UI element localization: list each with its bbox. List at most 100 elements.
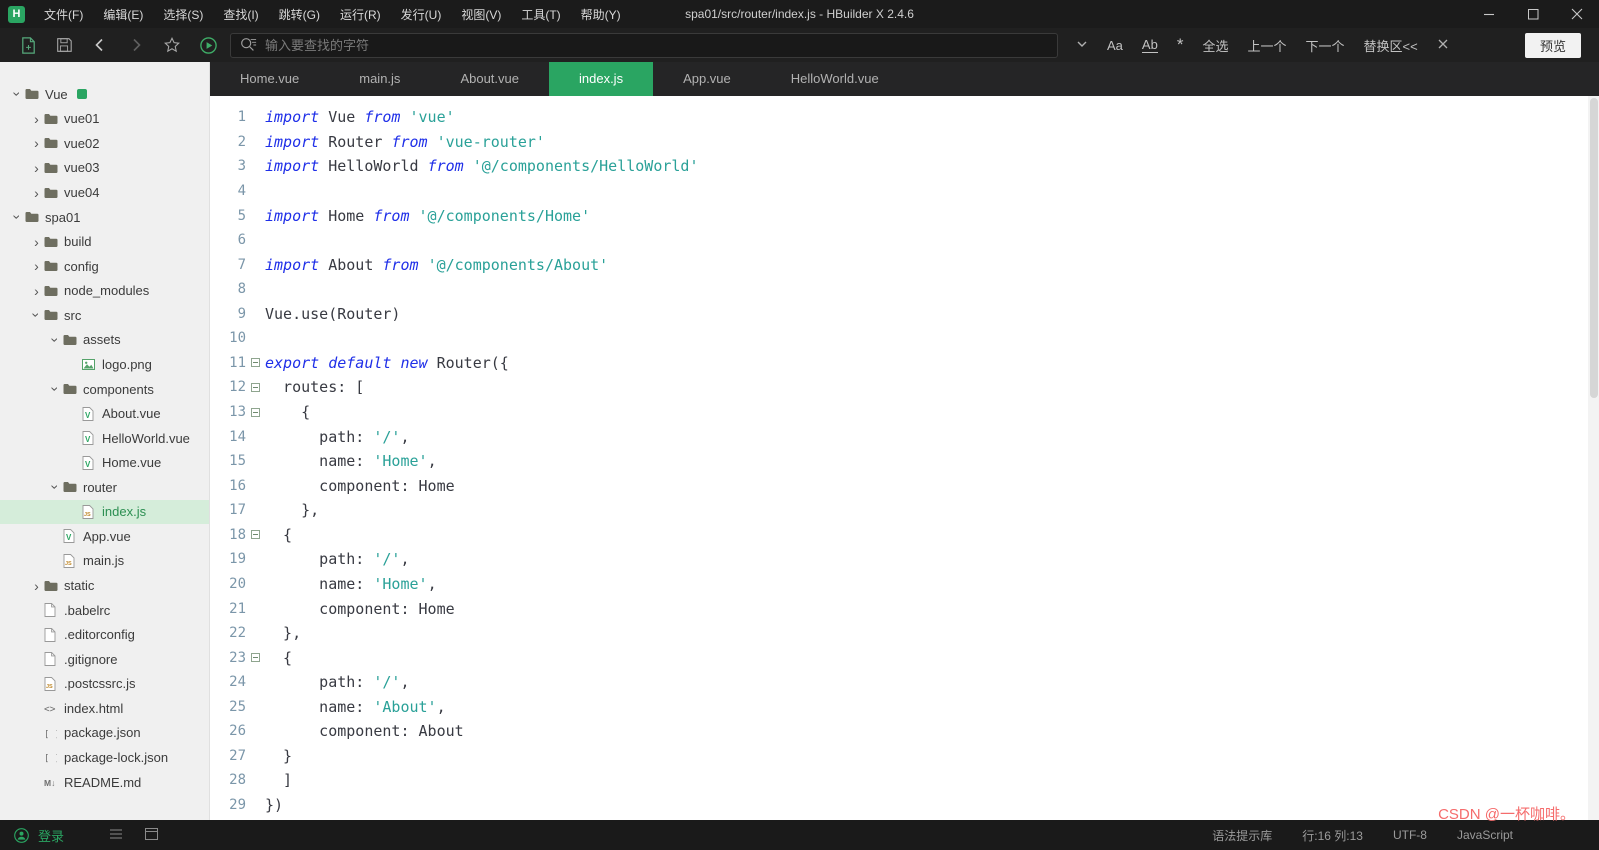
status-item[interactable]: JavaScript xyxy=(1457,828,1513,842)
tab-HelloWorld.vue[interactable]: HelloWorld.vue xyxy=(761,62,909,96)
code-line[interactable]: 21 component: Home xyxy=(210,596,1599,621)
fold-marker-icon[interactable] xyxy=(246,358,265,368)
tree-item-build[interactable]: › build xyxy=(0,229,209,254)
preview-button[interactable]: 预览 xyxy=(1524,32,1581,58)
vertical-scrollbar[interactable] xyxy=(1588,96,1599,820)
advanced-search-icon[interactable] xyxy=(239,36,257,54)
code-line[interactable]: 20 name: 'Home', xyxy=(210,572,1599,597)
code-line[interactable]: 1 import Vue from 'vue' xyxy=(210,105,1599,130)
replace-toggle-button[interactable]: 替换区<< xyxy=(1363,36,1417,55)
console-panel-button[interactable] xyxy=(145,827,159,843)
tree-item-App.vue[interactable]: V App.vue xyxy=(0,524,209,549)
search-input[interactable] xyxy=(265,37,1049,53)
code-editor[interactable]: 1 import Vue from 'vue' 2 import Router … xyxy=(210,96,1599,820)
tree-item-node_modules[interactable]: › node_modules xyxy=(0,279,209,304)
code-line[interactable]: 26 component: About xyxy=(210,719,1599,744)
code-line[interactable]: 14 path: '/', xyxy=(210,424,1599,449)
menu-item[interactable]: 跳转(G) xyxy=(269,6,330,23)
tab-index.js[interactable]: index.js xyxy=(548,62,654,96)
new-file-button[interactable] xyxy=(10,31,46,59)
chevron-right-icon[interactable]: › xyxy=(29,234,44,250)
run-button[interactable] xyxy=(190,31,226,59)
chevron-right-icon[interactable]: › xyxy=(29,283,44,299)
tree-item-vue03[interactable]: › vue03 xyxy=(0,156,209,181)
find-prev-button[interactable]: 上一个 xyxy=(1247,36,1286,55)
tree-item-assets[interactable]: › assets xyxy=(0,328,209,353)
tree-item-src[interactable]: › src xyxy=(0,303,209,328)
chevron-right-icon[interactable]: › xyxy=(29,111,44,127)
tree-item-.babelrc[interactable]: .babelrc xyxy=(0,598,209,623)
menu-item[interactable]: 运行(R) xyxy=(330,6,391,23)
code-line[interactable]: 15 name: 'Home', xyxy=(210,449,1599,474)
tree-item-config[interactable]: › config xyxy=(0,254,209,279)
tree-item-HelloWorld.vue[interactable]: V HelloWorld.vue xyxy=(0,426,209,451)
code-line[interactable]: 5 import Home from '@/components/Home' xyxy=(210,203,1599,228)
tab-Home.vue[interactable]: Home.vue xyxy=(210,62,329,96)
menu-item[interactable]: 工具(T) xyxy=(511,6,570,23)
login-button[interactable]: 登录 xyxy=(38,826,64,845)
fold-marker-icon[interactable] xyxy=(246,382,265,392)
tree-item-logo.png[interactable]: logo.png xyxy=(0,352,209,377)
maximize-button[interactable] xyxy=(1511,0,1555,28)
tree-item-index.js[interactable]: JS index.js xyxy=(0,499,209,525)
search-bar[interactable] xyxy=(230,32,1058,58)
match-case-button[interactable]: Aa xyxy=(1107,38,1123,53)
code-line[interactable]: 7 import About from '@/components/About' xyxy=(210,252,1599,277)
status-item[interactable]: 行:16 列:13 xyxy=(1302,827,1363,844)
tree-item-Vue[interactable]: › Vue xyxy=(0,82,209,107)
tree-item-.postcssrc.js[interactable]: JS .postcssrc.js xyxy=(0,672,209,697)
code-line[interactable]: 4 xyxy=(210,179,1599,204)
fold-marker-icon[interactable] xyxy=(246,530,265,540)
chevron-down-icon[interactable]: › xyxy=(9,209,25,225)
menu-item[interactable]: 帮助(Y) xyxy=(571,6,631,23)
whole-word-button[interactable]: Ab xyxy=(1141,37,1158,53)
code-line[interactable]: 22 }, xyxy=(210,621,1599,646)
chevron-down-icon[interactable]: › xyxy=(47,479,63,495)
code-line[interactable]: 18 { xyxy=(210,523,1599,548)
outline-list-button[interactable] xyxy=(109,828,123,843)
status-item[interactable]: 语法提示库 xyxy=(1212,827,1272,844)
tree-item-About.vue[interactable]: V About.vue xyxy=(0,401,209,426)
code-line[interactable]: 3 import HelloWorld from '@/components/H… xyxy=(210,154,1599,179)
chevron-down-icon[interactable]: › xyxy=(28,307,44,323)
search-history-dropdown[interactable] xyxy=(1076,38,1088,53)
code-line[interactable]: 28 ] xyxy=(210,768,1599,793)
find-next-button[interactable]: 下一个 xyxy=(1305,36,1344,55)
menu-item[interactable]: 选择(S) xyxy=(153,6,213,23)
chevron-down-icon[interactable]: › xyxy=(47,332,63,348)
tree-item-components[interactable]: › components xyxy=(0,377,209,402)
tree-item-README.md[interactable]: M↓ README.md xyxy=(0,770,209,795)
code-line[interactable]: 24 path: '/', xyxy=(210,670,1599,695)
code-line[interactable]: 27 } xyxy=(210,744,1599,769)
tree-item-vue01[interactable]: › vue01 xyxy=(0,107,209,132)
code-line[interactable]: 19 path: '/', xyxy=(210,547,1599,572)
tree-item-static[interactable]: › static xyxy=(0,573,209,598)
back-button[interactable] xyxy=(82,31,118,59)
select-all-button[interactable]: 全选 xyxy=(1202,36,1228,55)
menu-item[interactable]: 编辑(E) xyxy=(93,6,153,23)
scrollbar-thumb[interactable] xyxy=(1589,98,1598,398)
code-line[interactable]: 6 xyxy=(210,228,1599,253)
tree-item-index.html[interactable]: <> index.html xyxy=(0,696,209,721)
forward-button[interactable] xyxy=(118,31,154,59)
menu-item[interactable]: 文件(F) xyxy=(34,6,93,23)
chevron-right-icon[interactable]: › xyxy=(29,185,44,201)
status-item[interactable]: UTF-8 xyxy=(1393,828,1427,842)
tree-item-package.json[interactable]: [ ] package.json xyxy=(0,721,209,746)
code-line[interactable]: 12 routes: [ xyxy=(210,375,1599,400)
tree-item-spa01[interactable]: › spa01 xyxy=(0,205,209,230)
menu-item[interactable]: 视图(V) xyxy=(451,6,511,23)
tree-item-package-lock.json[interactable]: [ ] package-lock.json xyxy=(0,745,209,770)
chevron-right-icon[interactable]: › xyxy=(29,135,44,151)
code-line[interactable]: 29 }) xyxy=(210,793,1599,818)
chevron-right-icon[interactable]: › xyxy=(29,258,44,274)
tree-item-vue02[interactable]: › vue02 xyxy=(0,131,209,156)
minimize-button[interactable] xyxy=(1467,0,1511,28)
chevron-down-icon[interactable]: › xyxy=(9,86,25,102)
code-line[interactable]: 23 { xyxy=(210,645,1599,670)
code-line[interactable]: 8 xyxy=(210,277,1599,302)
chevron-right-icon[interactable]: › xyxy=(29,578,44,594)
tree-item-vue04[interactable]: › vue04 xyxy=(0,180,209,205)
tree-item-main.js[interactable]: JS main.js xyxy=(0,549,209,574)
menu-item[interactable]: 发行(U) xyxy=(391,6,452,23)
